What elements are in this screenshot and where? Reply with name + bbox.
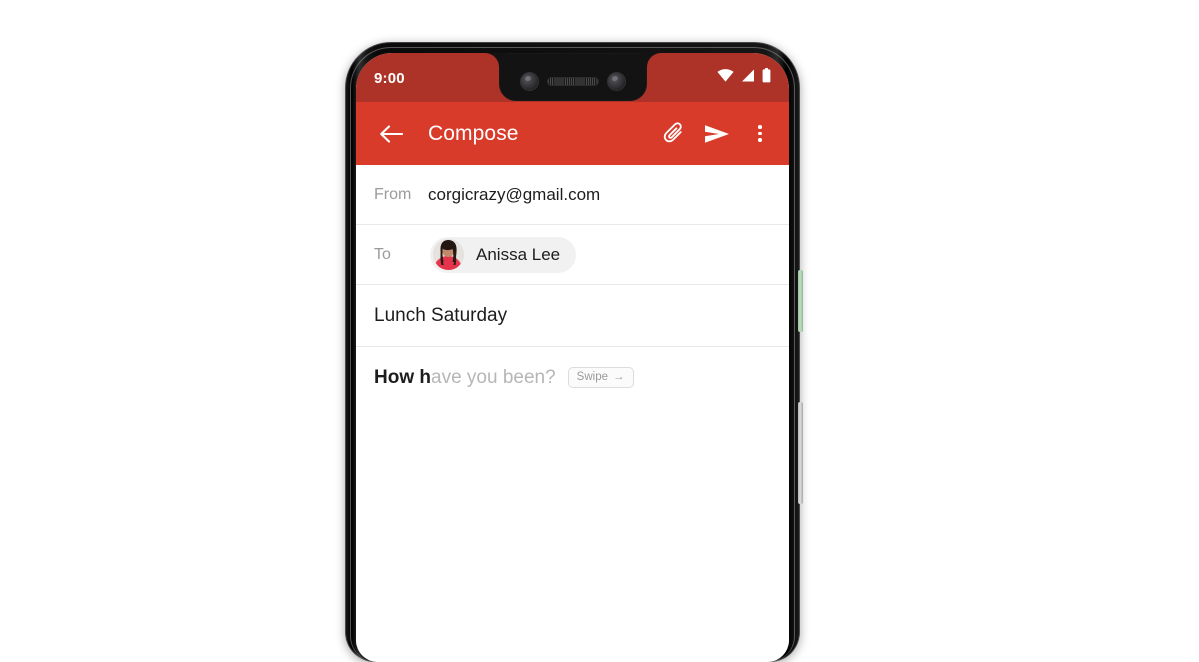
from-label: From [374,185,412,203]
overflow-menu-icon[interactable] [745,117,775,151]
app-bar-actions [659,117,775,151]
status-bar: 9:00 [356,53,789,102]
back-arrow-icon[interactable] [374,117,408,151]
arrow-right-icon: → [613,371,625,383]
swipe-hint-label: Swipe [576,371,608,383]
swipe-hint-badge: Swipe → [567,367,634,388]
front-camera-lens-left [520,72,538,90]
cellular-signal-icon [741,69,755,87]
app-bar: Compose [356,102,789,165]
status-icons [717,67,771,88]
notch-components [520,72,625,90]
wifi-icon [717,68,734,87]
display-notch [498,53,647,101]
to-label: To [374,245,391,263]
page-title: Compose [428,121,519,145]
from-value: corgicrazy@gmail.com [428,184,601,204]
recipient-chip[interactable]: Anissa Lee [430,236,577,273]
from-field-row[interactable]: From corgicrazy@gmail.com [356,165,789,225]
subject-value: Lunch Saturday [374,304,508,326]
smart-compose-suggestion: ave you been? [431,367,556,388]
message-body-field[interactable]: How h ave you been? Swipe → [356,347,789,391]
front-camera-lens-right [607,72,625,90]
earpiece-speaker [547,77,598,85]
avatar [433,239,464,270]
to-field-row[interactable]: To Anissa Lee [356,225,789,285]
power-button[interactable] [798,270,803,332]
battery-icon [762,67,771,88]
phone-screen: 9:00 Compose From corgicrazy@gmail.com T… [356,53,789,662]
phone-device: 9:00 Compose From corgicrazy@gmail.com T… [345,42,803,662]
send-icon[interactable] [702,117,732,151]
compose-form: From corgicrazy@gmail.com To Anissa Lee … [356,165,789,662]
volume-rocker[interactable] [798,402,803,504]
status-time: 9:00 [374,69,405,87]
recipient-name: Anissa Lee [476,244,561,264]
message-typed-text: How h [374,367,431,388]
attach-icon[interactable] [659,117,689,151]
subject-field-row[interactable]: Lunch Saturday [356,285,789,347]
